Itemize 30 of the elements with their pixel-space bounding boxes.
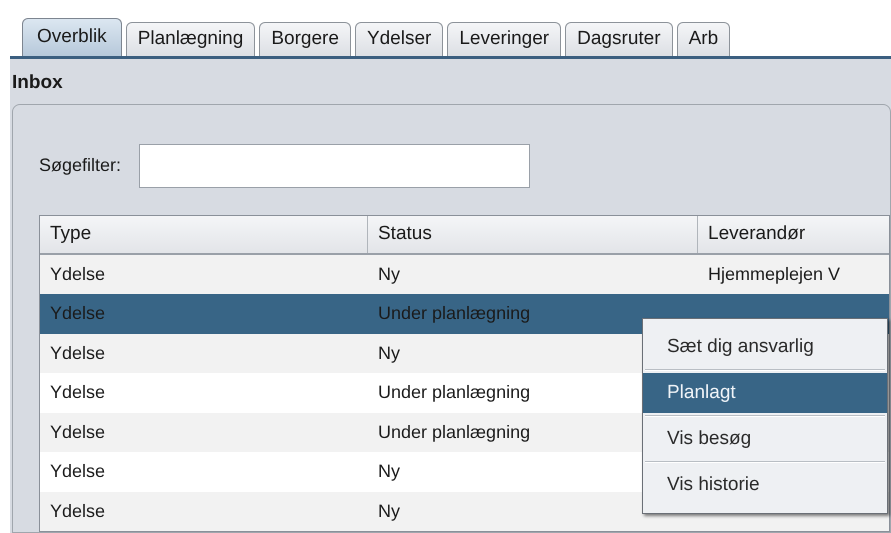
tab[interactable]: Ydelser bbox=[354, 22, 444, 56]
table-cell: Ydelse bbox=[50, 382, 106, 402]
tab[interactable]: Overblik bbox=[22, 18, 122, 56]
tab[interactable]: Dagsruter bbox=[565, 22, 673, 56]
table-cell: Ydelse bbox=[50, 461, 106, 482]
tab[interactable]: Leveringer bbox=[447, 22, 562, 56]
table-cell: Under planlægning bbox=[378, 422, 530, 442]
search-label: Søgefilter: bbox=[39, 154, 122, 177]
table-cell: Ny bbox=[378, 264, 400, 284]
tab[interactable]: Planlægning bbox=[126, 22, 256, 56]
table-cell: Ydelse bbox=[50, 500, 106, 521]
table-row[interactable]: Ydelse Ny Hjemmeplejen V bbox=[40, 254, 889, 294]
table-cell: Ny bbox=[378, 500, 400, 521]
column-header[interactable]: Status bbox=[368, 216, 698, 252]
tab[interactable]: Arb bbox=[676, 22, 730, 56]
tab[interactable]: Borgere bbox=[259, 22, 351, 56]
column-header[interactable]: Leverandør bbox=[698, 216, 889, 252]
table-cell: Ny bbox=[378, 342, 400, 363]
table-cell: Ydelse bbox=[50, 422, 106, 442]
table-cell: Ny bbox=[378, 461, 400, 482]
table-cell: Under planlægning bbox=[378, 303, 530, 324]
table-cell: Ydelse bbox=[50, 342, 106, 363]
table-cell: Hjemmeplejen V bbox=[708, 264, 840, 284]
menu-item[interactable]: Planlagt bbox=[643, 373, 887, 413]
column-header[interactable]: Type bbox=[40, 216, 368, 252]
panel-title: Inbox bbox=[11, 71, 64, 95]
table-cell: Under planlægning bbox=[378, 382, 530, 402]
table-cell: Ydelse bbox=[50, 264, 106, 284]
table-cell: Ydelse bbox=[50, 303, 106, 324]
search-field[interactable] bbox=[139, 144, 530, 188]
